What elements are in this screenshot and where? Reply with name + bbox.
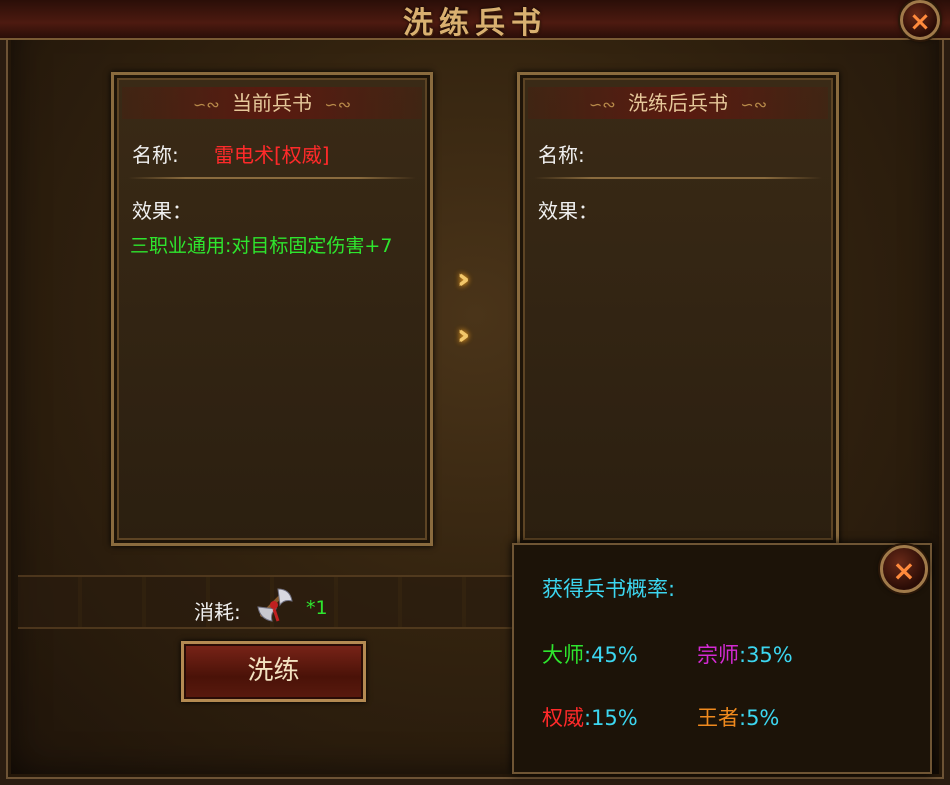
axe-scroll-icon <box>254 585 296 625</box>
ornament-icon: ∽∾ <box>588 95 616 114</box>
name-label: 名称: <box>132 143 179 167</box>
probability-title: 获得兵书概率: <box>542 577 676 601</box>
close-window-button[interactable]: × <box>900 0 940 40</box>
probability-item: 宗师:35% <box>697 639 793 669</box>
divider <box>534 177 822 179</box>
rank-probability: :35% <box>739 643 793 667</box>
current-book-panel: ∽∾ 当前兵书 ∽∾ 名称: 雷电术[权威] 效果： 三职业通用:对目标固定伤害… <box>111 72 433 546</box>
arrow-right-icon: ›› <box>457 262 470 295</box>
effect-label: 效果： <box>538 199 598 223</box>
refined-book-title: 洗练后兵书 <box>628 91 728 115</box>
rank-name: 权威 <box>542 706 584 730</box>
probability-item: 王者:5% <box>697 702 779 732</box>
refined-book-header: ∽∾ 洗练后兵书 ∽∾ <box>528 87 828 119</box>
cost-amount: *1 <box>306 597 328 619</box>
arrow-right-icon: ›› <box>457 318 470 351</box>
book-name: 雷电术[权威] <box>214 143 330 167</box>
ornament-icon: ∽∾ <box>192 95 220 114</box>
current-book-header: ∽∾ 当前兵书 ∽∾ <box>122 87 422 119</box>
probability-item: 权威:15% <box>542 702 638 732</box>
rank-probability: :15% <box>584 706 638 730</box>
divider <box>128 177 416 179</box>
title-bar: 洗练兵书 <box>0 0 950 41</box>
rank-name: 宗师 <box>697 643 739 667</box>
close-icon: × <box>892 554 916 587</box>
book-effect: 三职业通用:对目标固定伤害+7 <box>130 235 393 257</box>
rank-name: 王者 <box>697 706 739 730</box>
refine-button[interactable]: 洗练 <box>181 641 366 702</box>
window-title: 洗练兵书 <box>403 6 547 41</box>
name-label: 名称: <box>538 143 585 167</box>
current-book-title: 当前兵书 <box>232 91 312 115</box>
close-popup-button[interactable]: × <box>880 545 928 593</box>
refined-book-panel: ∽∾ 洗练后兵书 ∽∾ 名称: 效果： <box>517 72 839 546</box>
rank-probability: :45% <box>584 643 638 667</box>
ornament-icon: ∽∾ <box>740 95 768 114</box>
rank-probability: :5% <box>739 706 780 730</box>
rank-name: 大师 <box>542 643 584 667</box>
ornament-icon: ∽∾ <box>324 95 352 114</box>
probability-item: 大师:45% <box>542 639 638 669</box>
effect-label: 效果： <box>132 199 192 223</box>
close-icon: × <box>909 7 931 37</box>
cost-label: 消耗: <box>194 600 241 624</box>
